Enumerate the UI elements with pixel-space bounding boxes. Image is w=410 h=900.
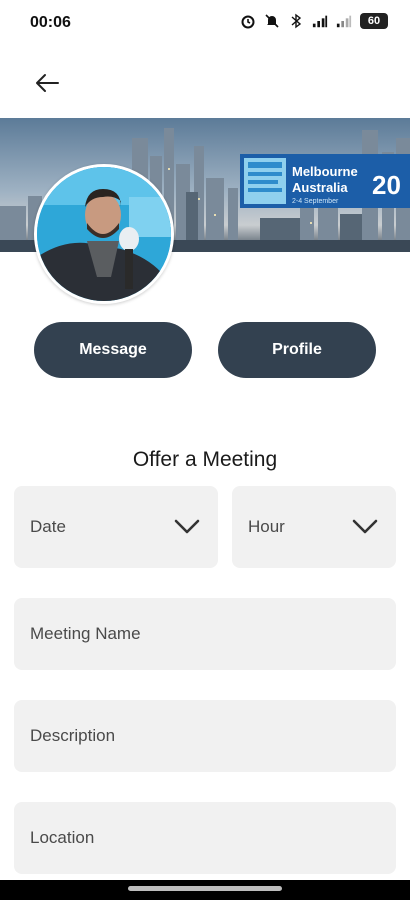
profile-photo — [37, 167, 171, 301]
chevron-down-icon — [352, 519, 378, 534]
event-banner-sign: Melbourne Australia 2-4 September 20 — [240, 154, 410, 208]
hour-label: Hour — [248, 517, 285, 536]
page-title: Offer a Meeting — [132, 448, 278, 471]
profile-button[interactable]: Profile — [218, 322, 376, 378]
date-dropdown[interactable]: Date — [14, 486, 218, 568]
date-label: Date — [30, 517, 66, 536]
description-placeholder: Description — [30, 726, 116, 745]
bell-off-icon — [264, 12, 280, 30]
banner-sign-line2: Australia — [292, 180, 348, 195]
avatar[interactable] — [34, 164, 174, 304]
banner-sign-year: 20 — [372, 170, 401, 200]
status-time: 00:06 — [30, 14, 71, 31]
bluetooth-icon — [288, 12, 304, 30]
location-placeholder: Location — [30, 828, 95, 847]
banner-sign-date: 2-4 September — [292, 198, 339, 205]
description-field[interactable]: Description — [14, 700, 396, 772]
chevron-down-icon — [174, 519, 200, 534]
battery-icon: 60 — [360, 13, 388, 29]
meeting-name-placeholder: Meeting Name — [30, 624, 141, 643]
message-button[interactable]: Message — [34, 322, 192, 378]
hour-dropdown[interactable]: Hour — [232, 486, 396, 568]
status-icons: 60 — [240, 12, 388, 30]
signal-icon-2 — [336, 12, 352, 30]
alarm-icon — [240, 12, 256, 30]
status-bar: 00:06 60 — [0, 0, 410, 48]
meeting-name-field[interactable]: Meeting Name — [14, 598, 396, 670]
arrow-left-icon — [36, 74, 59, 92]
signal-icon — [312, 12, 328, 30]
location-field[interactable]: Location — [14, 802, 396, 874]
banner-sign-line1: Melbourne — [292, 164, 358, 179]
back-button[interactable] — [24, 60, 70, 106]
home-indicator[interactable] — [128, 886, 282, 891]
